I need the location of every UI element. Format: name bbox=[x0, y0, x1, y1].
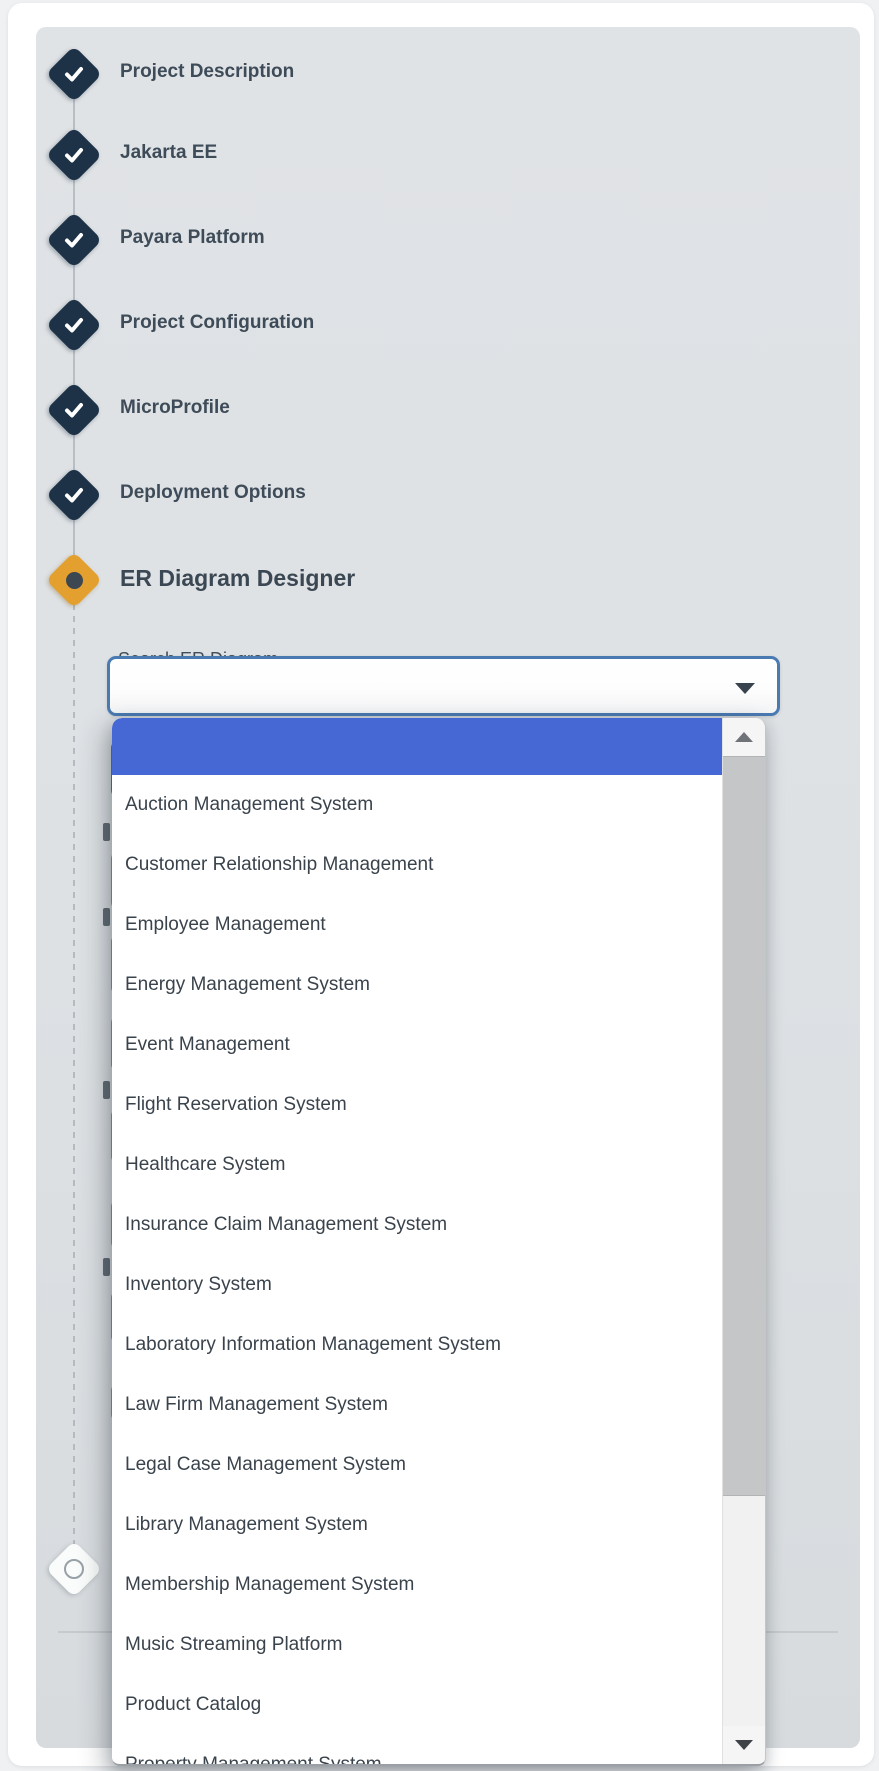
upcoming-step-icon bbox=[51, 1546, 97, 1592]
step-label: Deployment Options bbox=[120, 482, 306, 504]
check-icon bbox=[51, 472, 97, 518]
obscured-label-fragment bbox=[103, 823, 110, 841]
check-icon bbox=[51, 217, 97, 263]
dropdown-option-list: Auction Management SystemCustomer Relati… bbox=[112, 718, 723, 1764]
dropdown-option[interactable]: Healthcare System bbox=[112, 1135, 723, 1195]
check-icon bbox=[51, 51, 97, 97]
er-diagram-select[interactable] bbox=[107, 656, 780, 716]
dropdown-option[interactable]: Library Management System bbox=[112, 1495, 723, 1555]
scrollbar-up-button[interactable] bbox=[723, 718, 765, 756]
obscured-label-fragment bbox=[103, 1258, 110, 1276]
step-label: Project Description bbox=[120, 61, 294, 83]
dropdown-option[interactable]: Employee Management bbox=[112, 895, 723, 955]
current-step-icon bbox=[51, 557, 97, 603]
step-label: Payara Platform bbox=[120, 227, 265, 249]
chevron-down-icon bbox=[735, 683, 755, 694]
dropdown-scrollbar[interactable] bbox=[722, 718, 765, 1764]
dropdown-option[interactable]: Property Management System bbox=[112, 1735, 723, 1766]
step-label: MicroProfile bbox=[120, 397, 230, 419]
dropdown-option[interactable]: Inventory System bbox=[112, 1255, 723, 1315]
dropdown-option[interactable]: Energy Management System bbox=[112, 955, 723, 1015]
dropdown-option[interactable]: Auction Management System bbox=[112, 775, 723, 835]
scrollbar-down-button[interactable] bbox=[723, 1726, 765, 1764]
stepper-connector-dashed bbox=[73, 604, 75, 1570]
dropdown-option[interactable]: Music Streaming Platform bbox=[112, 1615, 723, 1675]
dropdown-option[interactable]: Product Catalog bbox=[112, 1675, 723, 1735]
dropdown-option[interactable]: Membership Management System bbox=[112, 1555, 723, 1615]
step-label: Jakarta EE bbox=[120, 142, 217, 164]
er-diagram-dropdown: Auction Management SystemCustomer Relati… bbox=[112, 718, 766, 1766]
step-label: Project Configuration bbox=[120, 312, 314, 334]
dropdown-option[interactable]: Event Management bbox=[112, 1015, 723, 1075]
dropdown-option[interactable]: Law Firm Management System bbox=[112, 1375, 723, 1435]
scrollbar-thumb[interactable] bbox=[723, 756, 765, 1496]
dropdown-option[interactable]: Legal Case Management System bbox=[112, 1435, 723, 1495]
arrow-up-icon bbox=[735, 732, 753, 742]
check-icon bbox=[51, 387, 97, 433]
dropdown-option[interactable]: Insurance Claim Management System bbox=[112, 1195, 723, 1255]
dropdown-option[interactable]: Flight Reservation System bbox=[112, 1075, 723, 1135]
check-icon bbox=[51, 302, 97, 348]
check-icon bbox=[51, 132, 97, 178]
step-label: ER Diagram Designer bbox=[120, 565, 355, 592]
page-background: Project Description Jakarta EE Payara Pl… bbox=[0, 0, 879, 1771]
dropdown-option-selected-empty[interactable] bbox=[112, 718, 723, 775]
obscured-label-fragment bbox=[103, 908, 110, 926]
obscured-label-fragment bbox=[103, 1081, 110, 1099]
dropdown-option[interactable]: Customer Relationship Management bbox=[112, 835, 723, 895]
dropdown-option[interactable]: Laboratory Information Management System bbox=[112, 1315, 723, 1375]
arrow-down-icon bbox=[735, 1740, 753, 1750]
